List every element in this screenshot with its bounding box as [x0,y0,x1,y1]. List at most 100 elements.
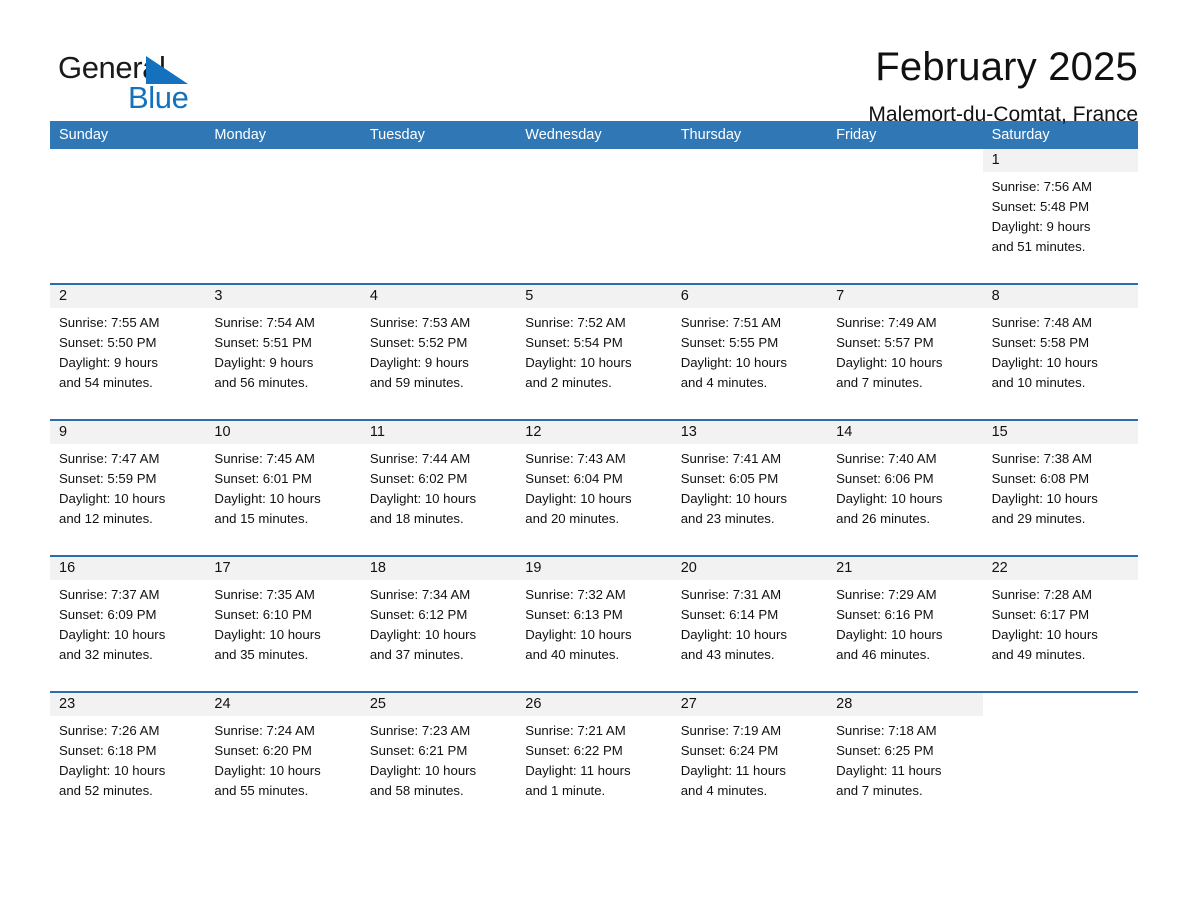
day-number: 7 [827,285,983,308]
day-cell[interactable]: 1 Sunrise: 7:56 AM Sunset: 5:48 PM Dayli… [982,149,1138,283]
day-cell[interactable]: 13 Sunrise: 7:41 AM Sunset: 6:05 PM Dayl… [671,421,828,555]
day-cell[interactable]: 17 Sunrise: 7:35 AM Sunset: 6:10 PM Dayl… [205,557,361,691]
day-number [827,149,982,172]
daylight-text-line1: Daylight: 10 hours [836,627,943,642]
daylight-text-line2: and 1 minute. [525,783,606,798]
day-cell[interactable]: 3 Sunrise: 7:54 AM Sunset: 5:51 PM Dayli… [205,285,361,419]
day-number: 10 [205,421,361,444]
day-cell[interactable]: 21 Sunrise: 7:29 AM Sunset: 6:16 PM Dayl… [827,557,983,691]
day-number: 26 [516,693,672,716]
day-cell[interactable]: 2 Sunrise: 7:55 AM Sunset: 5:50 PM Dayli… [50,285,206,419]
day-number: 1 [982,149,1138,172]
day-cell[interactable]: 23 Sunrise: 7:26 AM Sunset: 6:18 PM Dayl… [50,693,206,827]
general-blue-logo[interactable]: General Blue [50,44,250,114]
daylight-text-line2: and 32 minutes. [59,647,153,662]
day-cell[interactable]: 14 Sunrise: 7:40 AM Sunset: 6:06 PM Dayl… [827,421,983,555]
daylight-text-line1: Daylight: 9 hours [991,219,1091,234]
weekday-header-saturday: Saturday [991,127,1050,143]
day-details: Sunrise: 7:19 AM Sunset: 6:24 PM Dayligh… [672,716,827,801]
day-cell[interactable]: 18 Sunrise: 7:34 AM Sunset: 6:12 PM Dayl… [360,557,517,691]
calendar-page: General Blue February 2025 Malemort-du-C… [0,0,1188,918]
day-number [672,149,827,172]
weekday-header-monday: Monday [214,127,267,143]
day-details: Sunrise: 7:28 AM Sunset: 6:17 PM Dayligh… [983,580,1138,665]
day-cell[interactable]: 5 Sunrise: 7:52 AM Sunset: 5:54 PM Dayli… [516,285,672,419]
daylight-text-line1: Daylight: 10 hours [214,491,321,506]
calendar-week-row: 1 Sunrise: 7:56 AM Sunset: 5:48 PM Dayli… [50,149,1138,283]
daylight-text-line2: and 51 minutes. [991,239,1086,254]
sunset-text: Sunset: 6:22 PM [525,743,623,758]
daylight-text-line2: and 43 minutes. [680,647,775,662]
daylight-text-line1: Daylight: 11 hours [680,763,787,778]
day-details: Sunrise: 7:37 AM Sunset: 6:09 PM Dayligh… [50,580,205,665]
daylight-text-line1: Daylight: 10 hours [369,763,477,778]
sunset-text: Sunset: 6:08 PM [991,471,1090,486]
day-details: Sunrise: 7:41 AM Sunset: 6:05 PM Dayligh… [672,444,827,529]
daylight-text-line1: Daylight: 10 hours [59,491,166,506]
daylight-text-line2: and 4 minutes. [680,375,768,390]
day-number: 17 [205,557,361,580]
sunrise-text: Sunrise: 7:53 AM [369,315,471,330]
sunrise-text: Sunrise: 7:48 AM [991,315,1092,330]
day-cell[interactable]: 6 Sunrise: 7:51 AM Sunset: 5:55 PM Dayli… [671,285,828,419]
day-cell [827,149,982,283]
day-details: Sunrise: 7:23 AM Sunset: 6:21 PM Dayligh… [361,716,516,801]
day-number [50,149,205,172]
day-cell[interactable]: 15 Sunrise: 7:38 AM Sunset: 6:08 PM Dayl… [982,421,1138,555]
day-cell[interactable]: 9 Sunrise: 7:47 AM Sunset: 5:59 PM Dayli… [50,421,206,555]
sunrise-text: Sunrise: 7:35 AM [214,587,315,602]
day-number: 6 [671,285,828,308]
sunrise-text: Sunrise: 7:18 AM [836,723,937,738]
sunrise-text: Sunrise: 7:37 AM [59,587,160,602]
day-details: Sunrise: 7:44 AM Sunset: 6:02 PM Dayligh… [361,444,516,529]
day-cell[interactable]: 22 Sunrise: 7:28 AM Sunset: 6:17 PM Dayl… [982,557,1138,691]
calendar-week-row: 16 Sunrise: 7:37 AM Sunset: 6:09 PM Dayl… [50,555,1138,691]
daylight-text-line2: and 46 minutes. [836,647,930,662]
daylight-text-line2: and 10 minutes. [991,375,1086,390]
sunset-text: Sunset: 6:20 PM [214,743,312,758]
day-cell[interactable]: 20 Sunrise: 7:31 AM Sunset: 6:14 PM Dayl… [671,557,828,691]
logo-text-blue: Blue [128,80,189,115]
day-cell[interactable]: 12 Sunrise: 7:43 AM Sunset: 6:04 PM Dayl… [516,421,672,555]
page-title: February 2025 [875,45,1138,89]
daylight-text-line1: Daylight: 10 hours [59,763,166,778]
day-cell[interactable]: 19 Sunrise: 7:32 AM Sunset: 6:13 PM Dayl… [516,557,672,691]
sunset-text: Sunset: 6:24 PM [680,743,779,758]
daylight-text-line2: and 49 minutes. [991,647,1086,662]
day-cell[interactable]: 27 Sunrise: 7:19 AM Sunset: 6:24 PM Dayl… [671,693,828,827]
sunset-text: Sunset: 5:52 PM [369,335,468,350]
day-details: Sunrise: 7:24 AM Sunset: 6:20 PM Dayligh… [205,716,360,801]
sunset-text: Sunset: 6:05 PM [680,471,779,486]
daylight-text-line2: and 37 minutes. [369,647,464,662]
daylight-text-line2: and 12 minutes. [59,511,153,526]
day-cell[interactable]: 11 Sunrise: 7:44 AM Sunset: 6:02 PM Dayl… [360,421,517,555]
day-cell[interactable]: 8 Sunrise: 7:48 AM Sunset: 5:58 PM Dayli… [982,285,1138,419]
day-cell[interactable]: 7 Sunrise: 7:49 AM Sunset: 5:57 PM Dayli… [827,285,983,419]
day-details: Sunrise: 7:31 AM Sunset: 6:14 PM Dayligh… [672,580,827,665]
sunrise-text: Sunrise: 7:51 AM [680,315,782,330]
day-cell [516,149,671,283]
daylight-text-line2: and 54 minutes. [59,375,153,390]
day-cell[interactable]: 10 Sunrise: 7:45 AM Sunset: 6:01 PM Dayl… [205,421,361,555]
day-number: 28 [827,693,983,716]
day-number: 19 [516,557,672,580]
day-cell[interactable]: 28 Sunrise: 7:18 AM Sunset: 6:25 PM Dayl… [827,693,983,827]
day-details: Sunrise: 7:38 AM Sunset: 6:08 PM Dayligh… [983,444,1138,529]
sunrise-text: Sunrise: 7:54 AM [214,315,315,330]
day-cell[interactable]: 26 Sunrise: 7:21 AM Sunset: 6:22 PM Dayl… [516,693,672,827]
sunset-text: Sunset: 5:55 PM [680,335,779,350]
day-cell[interactable]: 25 Sunrise: 7:23 AM Sunset: 6:21 PM Dayl… [360,693,517,827]
sunrise-text: Sunrise: 7:32 AM [525,587,626,602]
sunrise-text: Sunrise: 7:38 AM [991,451,1092,466]
day-cell[interactable]: 4 Sunrise: 7:53 AM Sunset: 5:52 PM Dayli… [360,285,517,419]
sunrise-text: Sunrise: 7:56 AM [991,179,1092,194]
day-details: Sunrise: 7:49 AM Sunset: 5:57 PM Dayligh… [827,308,982,393]
day-number: 12 [516,421,672,444]
day-cell[interactable]: 16 Sunrise: 7:37 AM Sunset: 6:09 PM Dayl… [50,557,206,691]
sunset-text: Sunset: 5:48 PM [991,199,1090,214]
day-cell[interactable]: 24 Sunrise: 7:24 AM Sunset: 6:20 PM Dayl… [205,693,361,827]
day-details: Sunrise: 7:34 AM Sunset: 6:12 PM Dayligh… [361,580,516,665]
weekday-header-row: Sunday Monday Tuesday Wednesday Thursday… [50,121,1138,149]
calendar-grid: Sunday Monday Tuesday Wednesday Thursday… [50,121,1138,827]
day-number: 9 [50,421,206,444]
